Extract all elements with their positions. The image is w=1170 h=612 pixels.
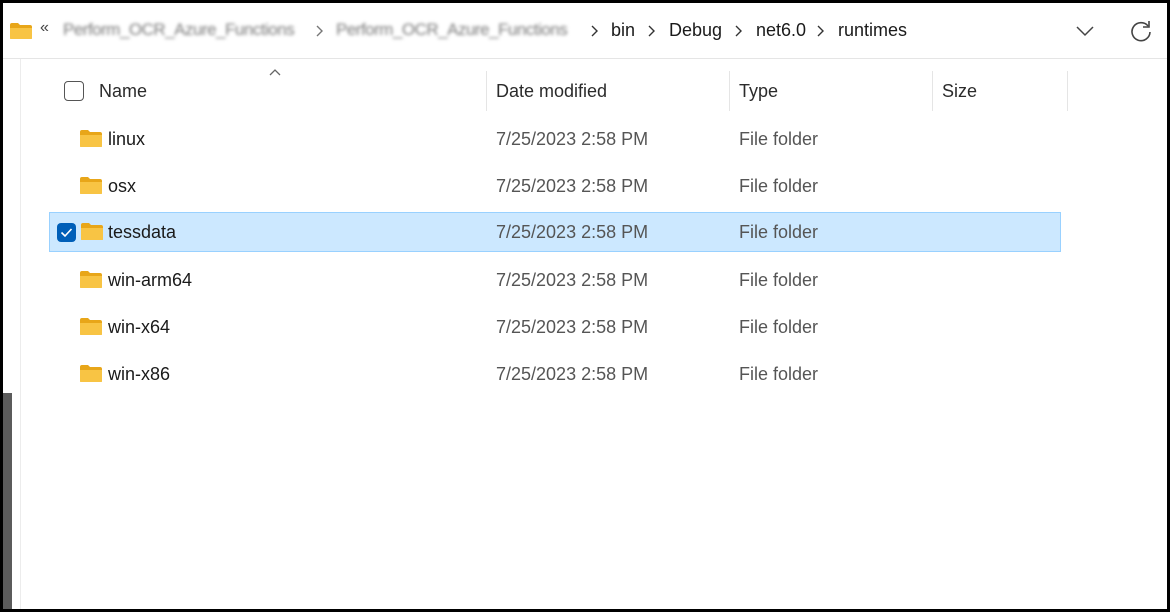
file-row[interactable]: win-arm64 7/25/2023 2:58 PM File folder xyxy=(49,261,1061,301)
row-checkbox-checked[interactable] xyxy=(57,223,76,242)
file-row[interactable]: osx 7/25/2023 2:58 PM File folder xyxy=(49,167,1061,207)
file-name[interactable]: win-arm64 xyxy=(108,270,192,291)
file-name[interactable]: linux xyxy=(108,129,145,150)
chevron-right-icon[interactable] xyxy=(733,24,744,38)
folder-icon xyxy=(80,177,102,194)
refresh-icon[interactable] xyxy=(1127,17,1155,45)
file-type: File folder xyxy=(739,176,819,196)
file-date-modified: 7/25/2023 2:58 PM xyxy=(496,317,649,337)
file-name[interactable]: win-x64 xyxy=(108,317,170,338)
file-row[interactable]: win-x86 7/25/2023 2:58 PM File folder xyxy=(49,355,1061,395)
breadcrumb-item[interactable]: runtimes xyxy=(838,20,907,41)
checkmark-icon xyxy=(60,228,73,238)
folder-icon xyxy=(81,223,103,240)
file-type: File folder xyxy=(739,317,819,337)
file-explorer-window: « Perform_OCR_Azure_Functions Perform_OC… xyxy=(3,3,1167,609)
file-row[interactable]: win-x64 7/25/2023 2:58 PM File folder xyxy=(49,308,1061,348)
file-type: File folder xyxy=(739,270,819,290)
chevron-right-icon[interactable] xyxy=(589,24,600,38)
chevron-right-icon[interactable] xyxy=(815,24,826,38)
chevron-up-icon xyxy=(269,69,281,76)
file-date-modified: 7/25/2023 2:58 PM xyxy=(496,270,649,290)
folder-icon xyxy=(80,365,102,382)
folder-icon xyxy=(80,130,102,147)
address-bar[interactable]: « Perform_OCR_Azure_Functions Perform_OC… xyxy=(3,3,1167,59)
file-type: File folder xyxy=(739,364,819,384)
file-row[interactable]: linux 7/25/2023 2:58 PM File folder xyxy=(49,120,1061,160)
file-type: File folder xyxy=(739,222,819,242)
breadcrumb-item[interactable]: net6.0 xyxy=(756,20,806,41)
chevron-right-icon[interactable] xyxy=(314,24,325,38)
navigation-pane-scrollbar[interactable] xyxy=(3,393,12,609)
breadcrumb-item[interactable]: bin xyxy=(611,20,635,41)
column-divider[interactable] xyxy=(932,71,933,111)
file-name[interactable]: tessdata xyxy=(108,222,176,243)
chevron-down-icon[interactable] xyxy=(1073,19,1097,43)
select-all-checkbox[interactable] xyxy=(64,81,84,101)
folder-icon xyxy=(10,23,32,39)
column-header-size[interactable]: Size xyxy=(942,71,977,111)
folder-icon xyxy=(80,271,102,288)
breadcrumb-item[interactable]: Perform_OCR_Azure_Functions xyxy=(336,20,568,40)
column-header-row: Name Date modified Type Size xyxy=(20,59,1167,115)
column-divider[interactable] xyxy=(1067,71,1068,111)
breadcrumb-item[interactable]: Perform_OCR_Azure_Functions xyxy=(63,20,295,40)
file-row-selected[interactable]: tessdata 7/25/2023 2:58 PM File folder xyxy=(49,212,1061,252)
breadcrumb-item[interactable]: Debug xyxy=(669,20,722,41)
chevron-right-icon[interactable] xyxy=(646,24,657,38)
file-date-modified: 7/25/2023 2:58 PM xyxy=(496,222,649,242)
file-date-modified: 7/25/2023 2:58 PM xyxy=(496,176,649,196)
column-divider[interactable] xyxy=(729,71,730,111)
file-name[interactable]: osx xyxy=(108,176,136,197)
file-name[interactable]: win-x86 xyxy=(108,364,170,385)
folder-icon xyxy=(80,318,102,335)
file-date-modified: 7/25/2023 2:58 PM xyxy=(496,129,649,149)
file-type: File folder xyxy=(739,129,819,149)
column-divider[interactable] xyxy=(486,71,487,111)
breadcrumb-overflow-button[interactable]: « xyxy=(40,19,49,37)
file-date-modified: 7/25/2023 2:58 PM xyxy=(496,364,649,384)
column-header-date-modified[interactable]: Date modified xyxy=(496,71,607,111)
column-header-name[interactable]: Name xyxy=(99,71,147,111)
column-header-type[interactable]: Type xyxy=(739,71,778,111)
navigation-pane xyxy=(3,59,21,609)
